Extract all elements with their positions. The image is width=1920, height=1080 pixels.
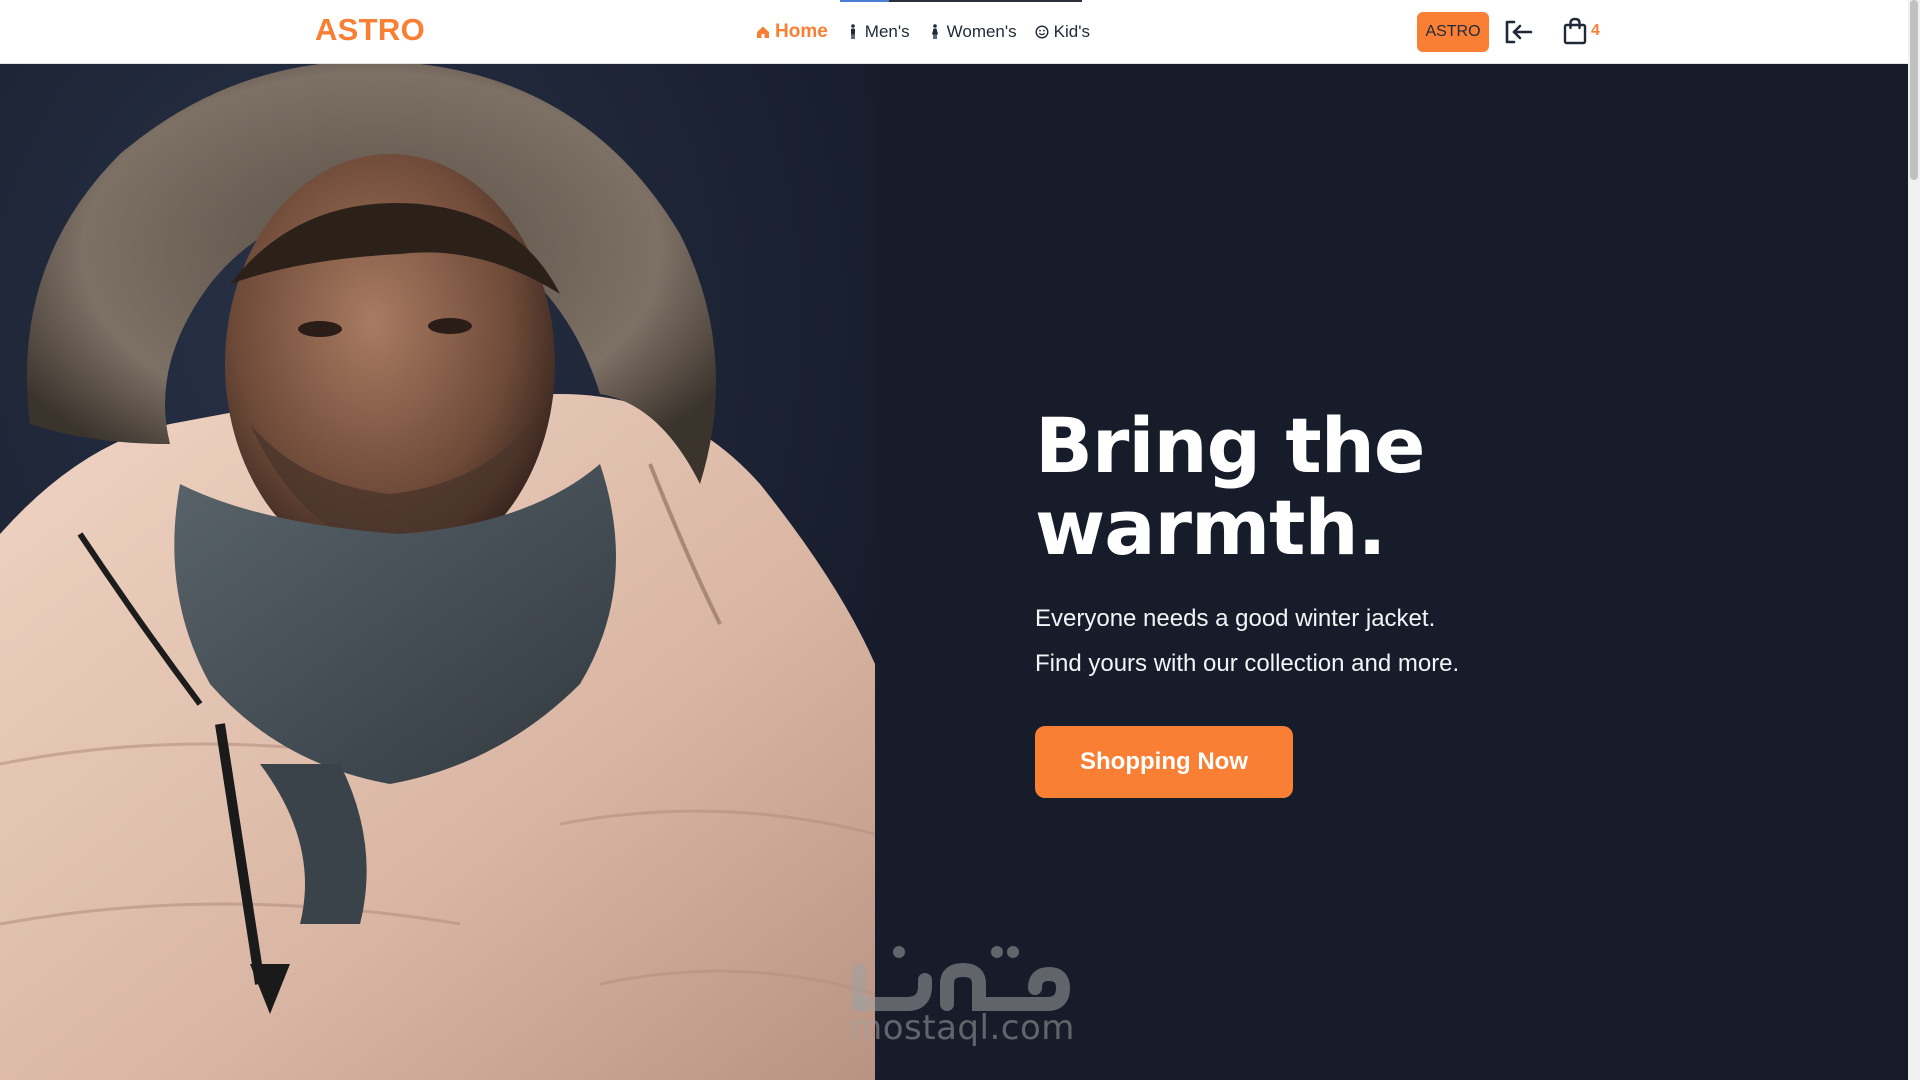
woman-icon: [928, 24, 942, 39]
page-scrollbar[interactable]: [1908, 0, 1920, 1080]
nav-item-mens[interactable]: Men's: [846, 22, 910, 42]
home-icon: [756, 25, 770, 39]
astro-button[interactable]: ASTRO: [1417, 12, 1489, 52]
hero-subtitle-line-2: Find yours with our collection and more.: [1035, 650, 1460, 677]
nav-item-kids[interactable]: Kid's: [1035, 22, 1090, 42]
watermark: mostaql.com: [842, 940, 1082, 1048]
main-nav: Home Men's Women's Kid's: [756, 20, 1108, 44]
shopping-bag-icon[interactable]: [1563, 17, 1587, 45]
watermark-logo-icon: [852, 946, 1071, 1011]
cart-count-badge: 4: [1591, 22, 1600, 39]
nav-item-womens[interactable]: Women's: [928, 22, 1017, 42]
man-icon: [846, 24, 860, 39]
hero-headline: Bring the warmth.: [1035, 401, 1425, 572]
hero-panel: [875, 64, 1908, 1080]
shopping-now-button[interactable]: Shopping Now: [1035, 726, 1293, 798]
hero-subtitle-line-1: Everyone needs a good winter jacket.: [1035, 605, 1436, 632]
nav-item-home[interactable]: Home: [756, 21, 828, 43]
hero-image: [0, 64, 875, 1080]
watermark-text: mostaql.com: [849, 1008, 1075, 1048]
nav-scroll-indicator: [840, 0, 1082, 2]
site-header: ASTRO Home Men's Women's Kid's ASTRO 4: [0, 0, 1908, 64]
nav-label-home: Home: [775, 21, 828, 42]
smiley-icon: [1035, 25, 1049, 39]
nav-label-womens: Women's: [946, 22, 1017, 41]
brand-logo[interactable]: ASTRO: [315, 12, 425, 48]
logout-icon[interactable]: [1505, 19, 1533, 45]
scrollbar-thumb[interactable]: [1910, 0, 1918, 180]
nav-label-mens: Men's: [864, 22, 910, 41]
nav-label-kids: Kid's: [1053, 22, 1090, 41]
